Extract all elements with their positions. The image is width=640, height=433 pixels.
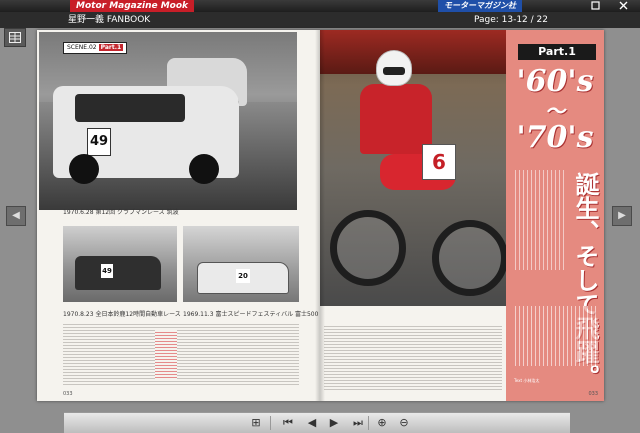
right-page: 6 Part.1 '60's 〜 '70's 誕生、そして飛躍。 Text 小林… [320,30,604,401]
race-car-photo: 49 SCENE.02 Part.1 [39,32,297,210]
publisher-logo: モーターマガジン社 [438,0,522,12]
front-wheel [432,220,506,296]
rear-wheel [330,210,406,286]
small-race-photo-1: 49 [63,226,177,302]
previous-page-arrow[interactable]: ◀ [6,206,26,226]
era-end: '70's [516,120,594,155]
left-page: 49 SCENE.02 Part.1 1970.6.28 第12回 クラブマンレー… [37,30,350,401]
small-photo-1-caption: 1970.8.23 全日本鈴鹿12時間自動車レース [63,311,181,318]
car-wheel [69,154,99,184]
page-number: 033 [63,391,73,397]
close-icon [619,1,627,10]
maximize-icon [590,1,600,10]
scene-part: Part.1 [98,44,124,51]
intro-vertical-text [512,170,564,270]
next-page-button[interactable]: ▶ [326,415,342,431]
race-car: 49 [75,256,161,290]
scene-tag: SCENE.02 Part.1 [63,42,128,54]
zoom-out-button[interactable]: ⊖ [396,415,412,431]
toolbar-divider [368,416,369,430]
rider-helmet [376,50,412,86]
last-page-button[interactable]: ⏭ [350,415,366,431]
motocross-photo: 6 [320,30,506,306]
page-number: 033 [588,391,598,397]
small-race-photo-2: 20 [183,226,299,302]
app-header: Motor Magazine Mook モーターマガジン社 [0,0,640,12]
car-wheel [189,154,219,184]
highlight-quote [155,330,177,380]
body-text-columns [324,324,502,390]
era-tilde: 〜 [545,99,565,123]
brand-logo: Motor Magazine Mook [70,0,195,12]
toolbar-divider [270,416,271,430]
main-photo-caption: 1970.6.28 第12回 クラブマンレース 筑波 [63,209,179,216]
magazine-spread[interactable]: 49 SCENE.02 Part.1 1970.6.28 第12回 クラブマンレー… [37,30,604,401]
byline: Text 小林浩太 [514,378,540,383]
thumbnail-grid-button[interactable] [4,28,26,47]
viewer-toolbar: ⊞ ⏮ ◀ ▶ ⏭ ⊕ ⊖ [64,412,570,433]
number-plate: 6 [422,144,456,180]
part-label: Part.1 [518,44,596,60]
car-number: 49 [101,264,113,278]
zoom-in-button[interactable]: ⊕ [374,415,390,431]
scene-number: SCENE.02 [67,44,97,51]
grid-icon [9,32,21,43]
prev-page-button[interactable]: ◀ [304,415,320,431]
maximize-button[interactable] [582,0,608,12]
car-number: 49 [87,128,111,156]
era-start: '60's [516,64,594,99]
first-page-button[interactable]: ⏮ [280,415,296,431]
motorcycle: 6 [330,140,506,300]
body-text-columns [63,322,299,386]
next-page-arrow[interactable]: ▶ [612,206,632,226]
car-window [75,94,185,122]
foreground-race-car: 49 [53,86,239,184]
page-indicator: Page: 13-12 / 22 [473,15,548,25]
title-row: 星野一義 FANBOOK Page: 13-12 / 22 [0,12,640,28]
race-car: 20 [197,262,289,294]
intro-text [512,306,598,366]
book-gutter [315,30,325,401]
title-panel: Part.1 '60's 〜 '70's 誕生、そして飛躍。 Text 小林浩太 [506,30,604,401]
car-number: 20 [236,269,250,283]
thumbnails-button[interactable]: ⊞ [248,415,264,431]
close-button[interactable] [610,0,636,12]
book-title: 星野一義 FANBOOK [68,15,151,25]
